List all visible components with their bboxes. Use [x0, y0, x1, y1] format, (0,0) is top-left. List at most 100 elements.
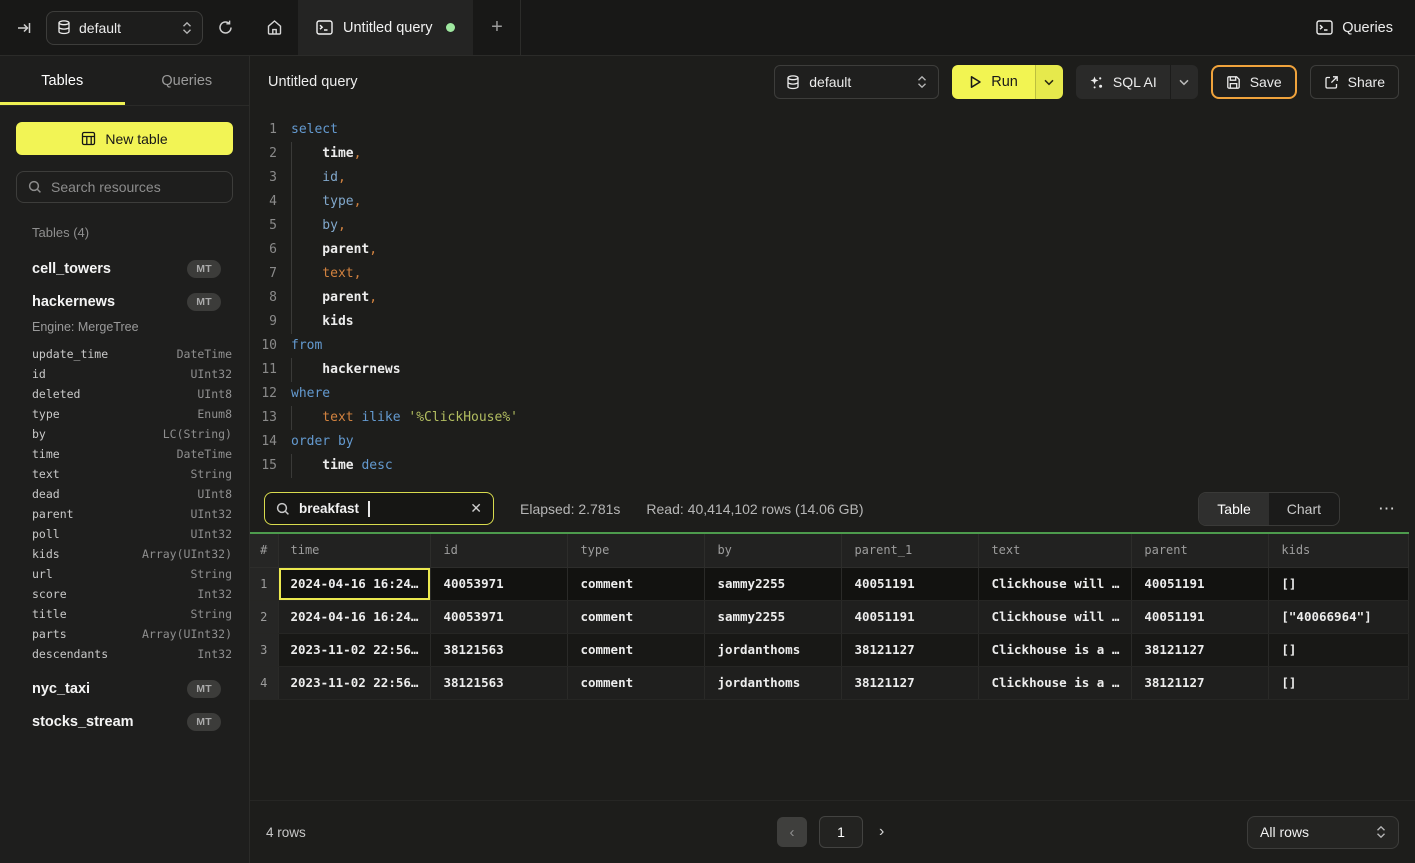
cell[interactable]: 40053971 [431, 600, 568, 633]
results-more-options-button[interactable]: ⋯ [1372, 499, 1401, 519]
cell[interactable]: jordanthoms [705, 633, 842, 666]
engine-badge: MT [187, 713, 221, 731]
column-header-parent_1[interactable]: parent_1 [842, 533, 979, 567]
cell[interactable]: [] [1269, 666, 1409, 699]
cell[interactable]: 38121127 [1132, 633, 1269, 666]
column-header-time[interactable]: time [278, 533, 431, 567]
column-name: update_time [32, 347, 108, 361]
column-name: id [32, 367, 46, 381]
line-number: 2 [250, 142, 291, 166]
column-name: url [32, 567, 53, 581]
code-line-1: 1select [250, 118, 1415, 142]
sidebar-table-stocks_stream[interactable]: stocks_streamMT [0, 705, 249, 738]
cell[interactable]: 40051191 [1132, 600, 1269, 633]
clear-search-button[interactable]: ✕ [470, 500, 482, 517]
cell[interactable]: Clickhouse will … [979, 567, 1132, 600]
sidebar-table-cell_towers[interactable]: cell_towersMT [0, 252, 249, 285]
cell[interactable]: 38121563 [431, 666, 568, 699]
topbar-database-selector[interactable]: default [46, 11, 203, 45]
cell[interactable]: comment [568, 600, 705, 633]
table-row: 32023-11-02 22:56…38121563commentjordant… [250, 633, 1409, 666]
code-text: select [291, 118, 338, 142]
sidebar-tab-tables[interactable]: Tables [0, 56, 125, 105]
row-number[interactable]: 3 [250, 633, 278, 666]
sidebar-table-hackernews[interactable]: hackernewsMT [0, 285, 249, 318]
column-type: String [190, 467, 232, 481]
collapse-sidebar-button[interactable] [16, 20, 32, 36]
cell[interactable]: 2024-04-16 16:24… [278, 600, 431, 633]
page-number-input[interactable]: 1 [819, 816, 863, 848]
sidebar-table-nyc_taxi[interactable]: nyc_taxiMT [0, 672, 249, 705]
view-toggle-chart[interactable]: Chart [1269, 493, 1339, 525]
tab-home[interactable] [250, 0, 298, 55]
previous-page-button[interactable]: ‹ [777, 817, 807, 847]
run-button[interactable]: Run [952, 65, 1035, 99]
cell[interactable]: comment [568, 633, 705, 666]
code-line-12: 12where [250, 382, 1415, 406]
terminal-icon [316, 20, 333, 35]
share-button[interactable]: Share [1310, 65, 1399, 99]
new-table-button[interactable]: New table [16, 122, 233, 155]
engine-badge: MT [187, 680, 221, 698]
cell[interactable]: 2024-04-16 16:24… [278, 567, 431, 600]
column-header-num[interactable]: # [250, 533, 278, 567]
cell[interactable]: 38121127 [1132, 666, 1269, 699]
cell[interactable]: jordanthoms [705, 666, 842, 699]
row-number[interactable]: 2 [250, 600, 278, 633]
cell[interactable]: 40051191 [842, 600, 979, 633]
new-tab-button[interactable]: + [473, 0, 521, 55]
column-header-by[interactable]: by [705, 533, 842, 567]
code-text: text, [291, 262, 361, 286]
cell[interactable]: 38121127 [842, 666, 979, 699]
cell[interactable]: 2023-11-02 22:56… [278, 633, 431, 666]
column-header-kids[interactable]: kids [1269, 533, 1409, 567]
cell[interactable]: 38121563 [431, 633, 568, 666]
column-header-type[interactable]: type [568, 533, 705, 567]
row-number[interactable]: 1 [250, 567, 278, 600]
cell[interactable]: 38121127 [842, 633, 979, 666]
run-button-label: Run [991, 74, 1018, 90]
view-toggle-table[interactable]: Table [1199, 493, 1268, 525]
column-header-id[interactable]: id [431, 533, 568, 567]
sql-ai-button[interactable]: SQL AI [1076, 65, 1170, 99]
column-name: dead [32, 487, 60, 501]
cell[interactable]: comment [568, 666, 705, 699]
cell[interactable]: Clickhouse will … [979, 600, 1132, 633]
next-page-button[interactable]: › [875, 823, 888, 841]
run-options-button[interactable] [1035, 65, 1063, 99]
cell[interactable]: 40053971 [431, 567, 568, 600]
cell[interactable]: 40051191 [842, 567, 979, 600]
column-header-parent[interactable]: parent [1132, 533, 1269, 567]
sql-editor[interactable]: 1select2 time,3 id,4 type,5 by,6 parent,… [250, 108, 1415, 485]
updown-chevron-icon [917, 75, 927, 89]
cell[interactable]: [] [1269, 633, 1409, 666]
queries-button[interactable]: Queries [1316, 20, 1393, 36]
column-header-text[interactable]: text [979, 533, 1132, 567]
cell[interactable]: Clickhouse is a … [979, 666, 1132, 699]
table-name: cell_towers [32, 261, 187, 277]
cell[interactable]: Clickhouse is a … [979, 633, 1132, 666]
cell[interactable]: [] [1269, 567, 1409, 600]
top-bar: default Untitled query [0, 0, 1415, 56]
sql-ai-options-button[interactable] [1170, 65, 1198, 99]
cell[interactable]: comment [568, 567, 705, 600]
page-size-selector[interactable]: All rows [1247, 816, 1399, 849]
sidebar-search-input[interactable]: Search resources [16, 171, 233, 203]
refresh-button[interactable] [217, 19, 234, 36]
cell[interactable]: ["40066964"] [1269, 600, 1409, 633]
cell[interactable]: 40051191 [1132, 567, 1269, 600]
column-type: DateTime [177, 347, 232, 361]
external-link-icon [1324, 75, 1339, 90]
active-tab-underline [0, 102, 125, 105]
sidebar-tab-queries[interactable]: Queries [125, 56, 250, 105]
cell[interactable]: sammy2255 [705, 600, 842, 633]
tab-untitled-query[interactable]: Untitled query [298, 0, 473, 55]
save-button[interactable]: Save [1211, 65, 1297, 99]
cell[interactable]: 2023-11-02 22:56… [278, 666, 431, 699]
toolbar-database-selector[interactable]: default [774, 65, 939, 99]
row-number[interactable]: 4 [250, 666, 278, 699]
table-row: 22024-04-16 16:24…40053971commentsammy22… [250, 600, 1409, 633]
indent-guide [291, 262, 322, 286]
cell[interactable]: sammy2255 [705, 567, 842, 600]
results-search-input[interactable]: breakfast ✕ [264, 492, 494, 525]
